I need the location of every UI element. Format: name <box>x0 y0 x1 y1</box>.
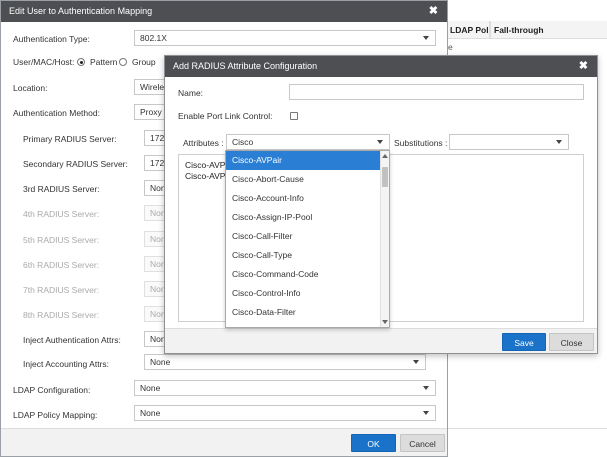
substitutions-select[interactable] <box>449 134 569 150</box>
inject-acct-label: Inject Accounting Attrs: <box>23 359 109 369</box>
group-radio[interactable] <box>119 58 127 66</box>
inject-auth-label: Inject Authentication Attrs: <box>23 335 121 345</box>
attributes-select[interactable]: Cisco <box>226 134 390 150</box>
attr-line: Cisco-AVPa <box>185 160 231 170</box>
location-value: Wirele <box>140 82 165 92</box>
save-button[interactable]: Save <box>502 333 546 351</box>
grid-column-separator <box>490 21 491 39</box>
pattern-radio-label: Pattern <box>90 57 118 67</box>
background-divider <box>448 428 607 429</box>
scroll-down-icon[interactable] <box>382 320 388 324</box>
auth-type-value: 802.1X <box>140 33 167 43</box>
chevron-down-icon <box>377 140 383 144</box>
ok-button[interactable]: OK <box>351 434 396 452</box>
inject-acct-select[interactable]: None <box>144 354 426 370</box>
user-mac-host-label: User/MAC/Host: <box>13 57 75 67</box>
dialog-titlebar: Add RADIUS Attribute Configuration ✖ <box>165 56 597 77</box>
ldap-config-value: None <box>140 383 161 393</box>
grid-column-fall-through[interactable]: Fall-through <box>494 21 544 39</box>
auth-method-value: Proxy <box>140 107 162 117</box>
auth-type-select[interactable]: 802.1X <box>134 30 436 46</box>
dropdown-item[interactable]: Cisco-Command-Code <box>226 265 382 284</box>
chevron-down-icon <box>423 411 429 415</box>
dialog-footer: OK Cancel <box>1 428 447 456</box>
ldap-policy-value: None <box>140 408 161 418</box>
close-button[interactable]: Close <box>549 333 594 351</box>
grid-column-ldap-policy[interactable]: LDAP Polic... <box>450 21 490 39</box>
radius4-label: 4th RADIUS Server: <box>23 209 100 219</box>
radius6-label: 6th RADIUS Server: <box>23 260 100 270</box>
ldap-policy-label: LDAP Policy Mapping: <box>13 410 98 420</box>
ldap-config-select[interactable]: None <box>134 380 436 396</box>
dialog-titlebar: Edit User to Authentication Mapping ✖ <box>1 1 447 22</box>
ldap-config-label: LDAP Configuration: <box>13 385 91 395</box>
radius7-label: 7th RADIUS Server: <box>23 285 100 295</box>
dropdown-scrollbar[interactable] <box>380 151 389 327</box>
secondary-radius-label: Secondary RADIUS Server: <box>23 159 128 169</box>
attributes-dropdown-list[interactable]: Cisco-AVPair Cisco-Abort-Cause Cisco-Acc… <box>225 150 390 328</box>
dropdown-item[interactable]: Cisco-Call-Type <box>226 246 382 265</box>
dropdown-item[interactable]: Cisco-Account-Info <box>226 189 382 208</box>
port-link-checkbox[interactable] <box>290 112 298 120</box>
grid-cell-fragment: e <box>448 42 453 52</box>
auth-method-label: Authentication Method: <box>13 108 100 118</box>
radius8-label: 8th RADIUS Server: <box>23 310 100 320</box>
chevron-down-icon <box>423 36 429 40</box>
close-icon[interactable]: ✖ <box>429 1 438 22</box>
substitutions-label: Substitutions : <box>394 138 448 148</box>
chevron-down-icon <box>413 360 419 364</box>
radius3-label: 3rd RADIUS Server: <box>23 184 100 194</box>
attributes-label: Attributes : <box>183 138 224 148</box>
dropdown-item[interactable]: Cisco-Abort-Cause <box>226 170 382 189</box>
close-icon[interactable]: ✖ <box>579 56 588 77</box>
name-input[interactable] <box>289 84 584 100</box>
attr-line: Cisco-AVPa <box>185 171 231 181</box>
location-label: Location: <box>13 83 48 93</box>
scroll-up-icon[interactable] <box>382 154 388 158</box>
radius5-label: 5th RADIUS Server: <box>23 235 100 245</box>
chevron-down-icon <box>556 140 562 144</box>
dropdown-item[interactable]: Cisco-Assign-IP-Pool <box>226 208 382 227</box>
port-link-label: Enable Port Link Control: <box>178 111 273 121</box>
dropdown-item[interactable]: Cisco-Data-Filter <box>226 303 382 322</box>
ldap-policy-select[interactable]: None <box>134 405 436 421</box>
dialog-title: Edit User to Authentication Mapping <box>9 6 153 16</box>
name-label: Name: <box>178 88 204 98</box>
dialog-footer: Save Close <box>165 328 597 353</box>
inject-acct-value: None <box>150 357 171 367</box>
primary-radius-label: Primary RADIUS Server: <box>23 134 117 144</box>
pattern-radio[interactable] <box>77 58 85 66</box>
group-radio-label: Group <box>132 57 156 67</box>
dropdown-item[interactable]: Cisco-Control-Info <box>226 284 382 303</box>
attributes-value: Cisco <box>232 137 254 147</box>
chevron-down-icon <box>423 386 429 390</box>
cancel-button[interactable]: Cancel <box>400 434 445 452</box>
dialog-title: Add RADIUS Attribute Configuration <box>173 61 318 71</box>
auth-type-label: Authentication Type: <box>13 34 90 44</box>
scrollbar-thumb[interactable] <box>382 167 388 187</box>
dropdown-item[interactable]: Cisco-Call-Filter <box>226 227 382 246</box>
dropdown-item[interactable]: Cisco-AVPair <box>226 151 382 170</box>
